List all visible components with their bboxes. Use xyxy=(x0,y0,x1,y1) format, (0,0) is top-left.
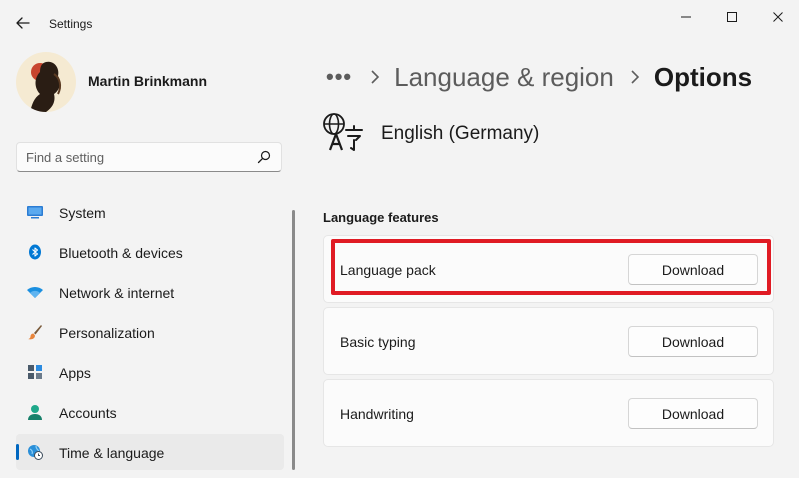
person-icon xyxy=(26,404,44,420)
breadcrumb-language-region[interactable]: Language & region xyxy=(394,62,614,93)
sidebar-item-label: Time & language xyxy=(59,445,165,461)
chevron-right-icon xyxy=(370,64,380,90)
minimize-icon xyxy=(681,16,691,18)
sidebar-item-personalization[interactable]: Personalization xyxy=(16,314,284,350)
app-title: Settings xyxy=(49,17,93,31)
feature-card-basic-typing: Basic typing Download xyxy=(323,307,774,375)
feature-label: Handwriting xyxy=(340,406,414,422)
feature-label: Language pack xyxy=(340,262,436,278)
user-portrait-icon xyxy=(16,52,76,112)
search-input[interactable] xyxy=(26,149,246,165)
search-box[interactable] xyxy=(16,142,282,172)
page-title: Options xyxy=(653,61,753,92)
section-title: Language features xyxy=(323,210,439,225)
active-indicator xyxy=(16,444,19,460)
sidebar-item-time-language[interactable]: Time & language xyxy=(16,434,284,470)
bluetooth-icon xyxy=(26,244,44,260)
basic-typing-download-button[interactable]: Download xyxy=(628,326,758,357)
sidebar-item-label: Accounts xyxy=(59,405,117,421)
title-bar: Settings xyxy=(0,0,799,40)
feature-card-handwriting: Handwriting Download xyxy=(323,379,774,447)
paint-brush-icon xyxy=(26,324,44,340)
breadcrumb: ••• Language & region Options xyxy=(326,58,752,96)
breadcrumb-more-button[interactable]: ••• xyxy=(326,64,352,90)
back-arrow-icon xyxy=(16,17,30,29)
close-icon xyxy=(773,12,783,22)
sidebar-item-apps[interactable]: Apps xyxy=(16,354,284,390)
user-name: Martin Brinkmann xyxy=(88,73,208,89)
sidebar-item-system[interactable]: System xyxy=(16,194,284,230)
search-icon[interactable] xyxy=(257,150,271,164)
globe-clock-icon xyxy=(26,444,44,460)
sidebar-item-label: Personalization xyxy=(59,325,155,341)
avatar[interactable] xyxy=(16,52,76,112)
chevron-right-icon xyxy=(630,64,640,90)
apps-icon xyxy=(26,364,44,380)
minimize-button[interactable] xyxy=(666,4,706,30)
maximize-icon xyxy=(727,12,737,22)
sidebar-scrollbar[interactable] xyxy=(292,210,295,470)
monitor-icon xyxy=(26,204,44,220)
back-button[interactable] xyxy=(10,10,36,36)
handwriting-download-button[interactable]: Download xyxy=(628,398,758,429)
wifi-icon xyxy=(26,284,44,300)
language-name: English (Germany) xyxy=(381,123,540,144)
sidebar-item-accounts[interactable]: Accounts xyxy=(16,394,284,430)
language-icon xyxy=(323,113,363,151)
sidebar-nav: System Bluetooth & devices Network & int… xyxy=(16,194,284,474)
feature-label: Basic typing xyxy=(340,334,416,350)
sidebar-item-label: Apps xyxy=(59,365,91,381)
language-pack-download-button[interactable]: Download xyxy=(628,254,758,285)
feature-card-language-pack: Language pack Download xyxy=(323,235,774,303)
sidebar-item-label: System xyxy=(59,205,106,221)
sidebar-item-network[interactable]: Network & internet xyxy=(16,274,284,310)
maximize-button[interactable] xyxy=(712,4,752,30)
sidebar-item-bluetooth[interactable]: Bluetooth & devices xyxy=(16,234,284,270)
close-button[interactable] xyxy=(758,4,798,30)
sidebar-item-label: Network & internet xyxy=(59,285,175,301)
sidebar-item-label: Bluetooth & devices xyxy=(59,245,183,261)
